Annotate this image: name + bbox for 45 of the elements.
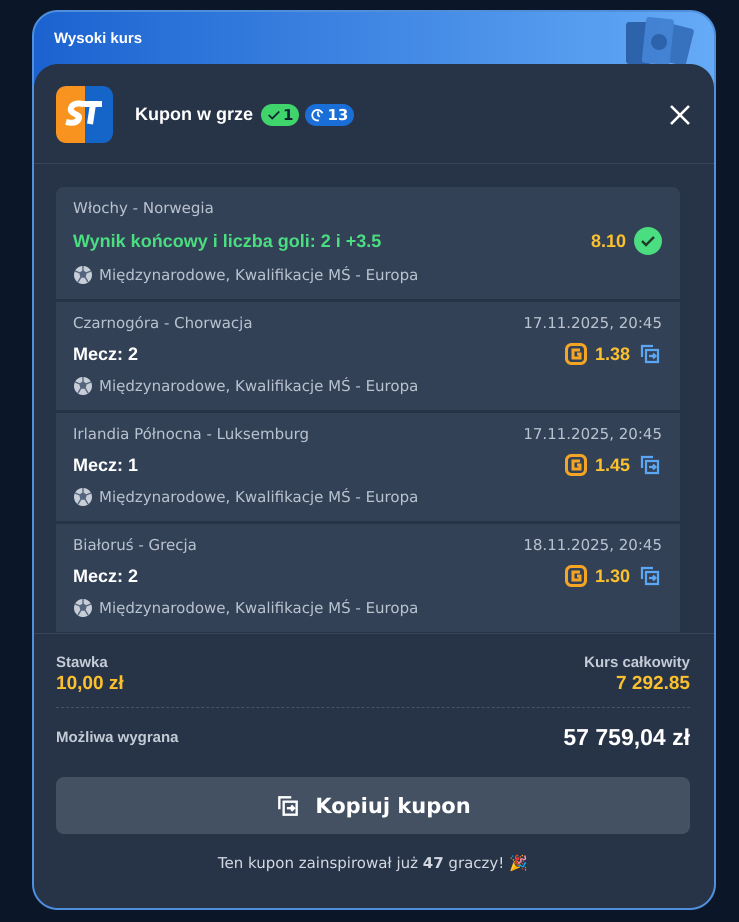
bet-pick: Wynik końcowy i liczba goli: 2 i +3.5 bbox=[73, 230, 382, 252]
stake-value: 10,00 zł bbox=[56, 673, 124, 695]
total-odds-label: Kurs całkowity bbox=[584, 654, 690, 671]
league-name: Międzynarodowe, Kwalifikacje MŚ - Europa bbox=[99, 266, 418, 284]
stake-label: Stawka bbox=[56, 654, 109, 671]
banner-title: Wysoki kurs bbox=[54, 30, 142, 46]
odds-value: 1.38 bbox=[594, 344, 630, 364]
copy-icon bbox=[638, 342, 662, 366]
bet-pick: Mecz: 2 bbox=[73, 566, 138, 586]
coupon-title: Kupon w grze bbox=[135, 104, 253, 125]
copy-icon bbox=[638, 453, 662, 477]
match-date: 18.11.2025, 20:45 bbox=[523, 536, 662, 554]
bet-pick: Mecz: 2 bbox=[73, 344, 138, 364]
football-icon bbox=[73, 487, 93, 507]
check-icon bbox=[634, 227, 662, 255]
total-odds-value: 7 292.85 bbox=[616, 673, 690, 695]
won-count-badge: 1 bbox=[261, 104, 300, 126]
football-icon bbox=[73, 265, 93, 285]
logo-icon bbox=[56, 86, 113, 143]
match-date: 17.11.2025, 20:45 bbox=[523, 314, 662, 332]
odds-value: 8.10 bbox=[590, 230, 626, 252]
match-name: Włochy - Norwegia bbox=[73, 199, 214, 217]
close-button[interactable] bbox=[668, 102, 692, 126]
bet-pick: Mecz: 1 bbox=[73, 454, 138, 476]
league-name: Międzynarodowe, Kwalifikacje MŚ - Europa bbox=[99, 488, 418, 506]
football-icon bbox=[73, 376, 93, 396]
footer-note: Ten kupon zainspirował już 47 graczy! 🎉 bbox=[216, 854, 530, 872]
match-name: Irlandia Północna - Luksemburg bbox=[73, 425, 310, 443]
copy-coupon-button[interactable]: Kopiuj kupon bbox=[56, 777, 690, 834]
win-label: Możliwa wygrana bbox=[56, 729, 179, 746]
odds-value: 1.45 bbox=[594, 454, 630, 476]
boost-icon bbox=[564, 343, 587, 365]
odds-value: 1.30 bbox=[594, 566, 630, 586]
win-value: 57 759,04 zł bbox=[563, 724, 690, 751]
league-name: Międzynarodowe, Kwalifikacje MŚ - Europa bbox=[99, 599, 418, 617]
football-icon bbox=[73, 598, 93, 618]
match-date: 17.11.2025, 20:45 bbox=[523, 425, 662, 443]
banknotes-icon bbox=[624, 16, 694, 64]
boost-icon bbox=[564, 454, 587, 476]
boost-icon bbox=[564, 565, 587, 587]
league-name: Międzynarodowe, Kwalifikacje MŚ - Europa bbox=[99, 377, 418, 395]
match-name: Czarnogóra - Chorwacja bbox=[73, 314, 253, 332]
pending-count-badge: 13 bbox=[305, 104, 354, 126]
copy-icon bbox=[638, 564, 662, 588]
match-name: Białoruś - Grecja bbox=[73, 536, 197, 554]
